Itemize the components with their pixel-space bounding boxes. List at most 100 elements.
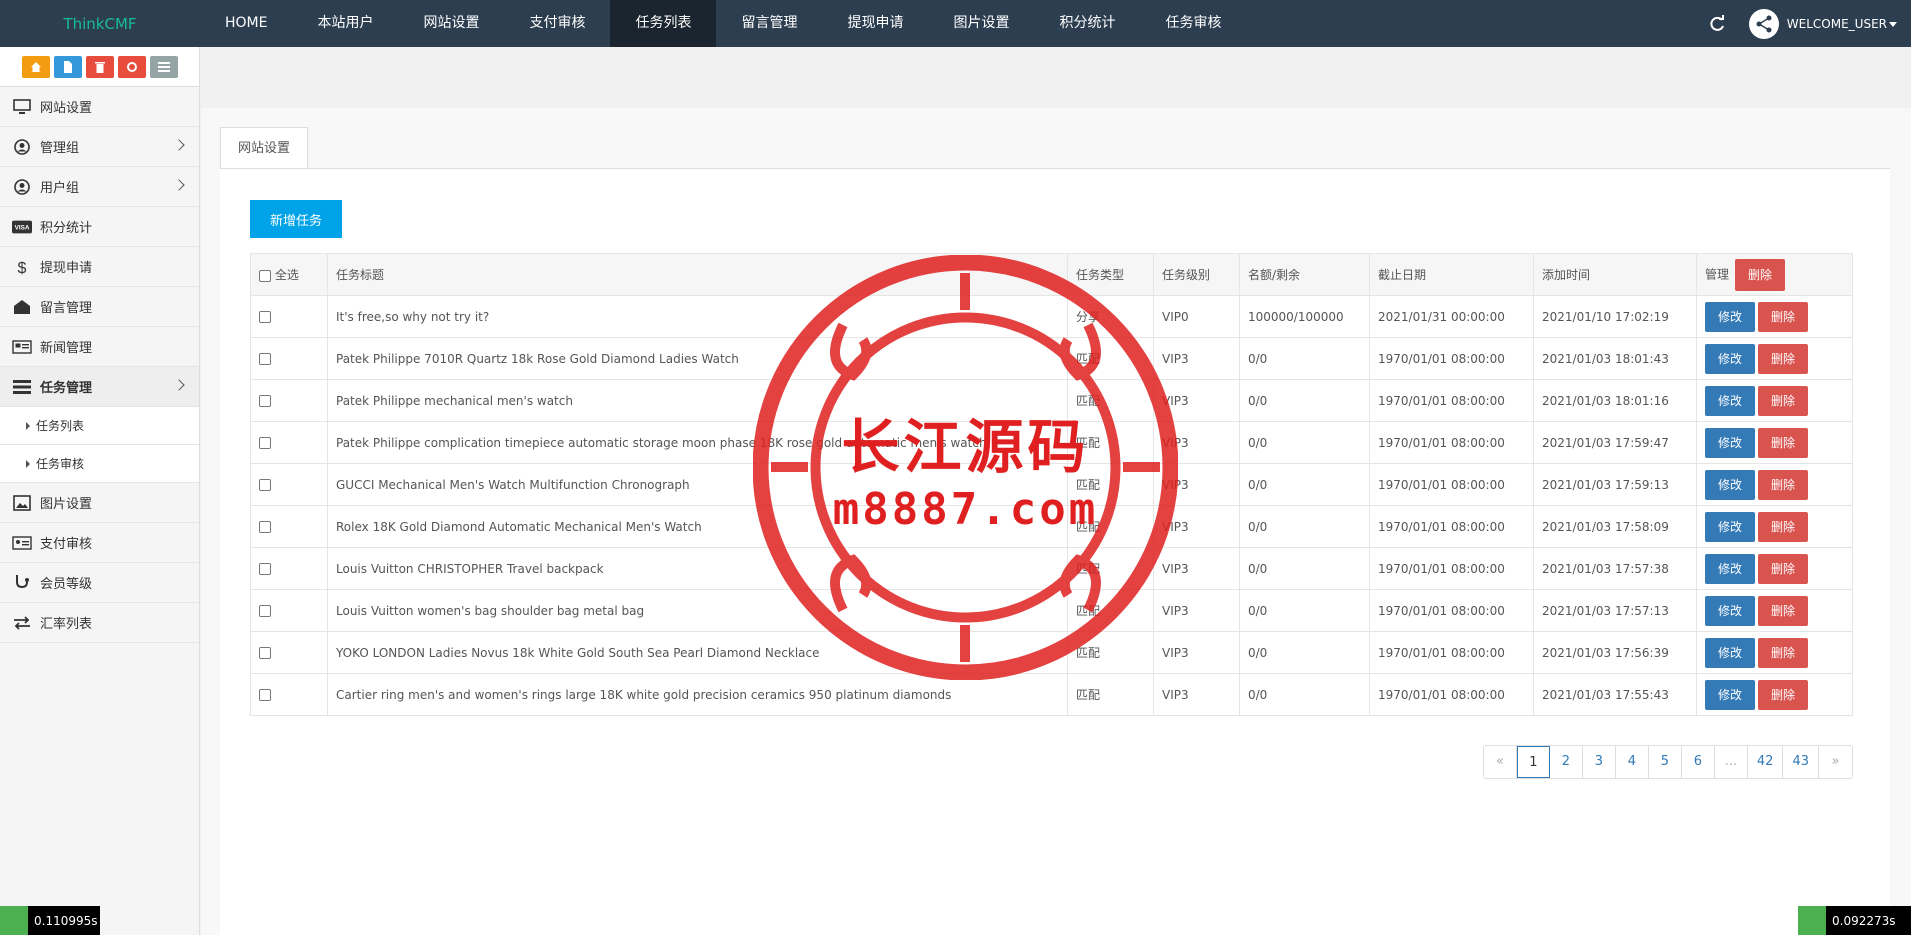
trash-icon[interactable] (85, 55, 114, 78)
delete-button[interactable]: 删除 (1758, 595, 1808, 626)
sidebar-item-8[interactable]: 图片设置 (0, 483, 199, 523)
nav-item-0[interactable]: HOME (200, 0, 292, 47)
table-row: Patek Philippe mechanical men's watch 匹配 V… (250, 379, 1853, 422)
nav-item-3[interactable]: 支付审核 (504, 0, 610, 47)
edit-button[interactable]: 修改 (1705, 301, 1755, 332)
debug-timer-right[interactable]: 0.092273s (1798, 906, 1911, 935)
delete-button[interactable]: 删除 (1758, 343, 1808, 374)
page-link-5[interactable]: 5 (1648, 746, 1682, 778)
table-row: Patek Philippe 7010R Quartz 18k Rose Gol… (250, 337, 1853, 380)
nav-item-9[interactable]: 任务审核 (1140, 0, 1246, 47)
manage-label: 管理 (1705, 267, 1730, 281)
page-link-4[interactable]: 4 (1615, 746, 1649, 778)
sidebar-subitem-1[interactable]: 任务审核 (0, 445, 199, 483)
sidebar-item-10[interactable]: 会员等级 (0, 563, 199, 603)
nav-item-7[interactable]: 图片设置 (928, 0, 1034, 47)
edit-button[interactable]: 修改 (1705, 595, 1755, 626)
page-link-0[interactable]: « (1483, 746, 1517, 778)
table-body: It's free,so why not try it? 分享 VIP0 100000… (250, 295, 1853, 716)
page-link-6[interactable]: 6 (1681, 746, 1715, 778)
nav-item-1[interactable]: 本站用户 (292, 0, 398, 47)
recycle-icon[interactable] (117, 55, 146, 78)
row-checkbox[interactable] (259, 647, 271, 659)
edit-button[interactable]: 修改 (1705, 637, 1755, 668)
debug-timer-left[interactable]: 0.110995s (0, 906, 100, 935)
sidebar-item-2[interactable]: 用户组 (0, 167, 199, 207)
bulk-delete-button[interactable]: 删除 (1735, 258, 1786, 291)
sidebar-item-label: 支付审核 (40, 537, 93, 552)
delete-button[interactable]: 删除 (1758, 469, 1808, 500)
nav-item-6[interactable]: 提现申请 (822, 0, 928, 47)
edit-button[interactable]: 修改 (1705, 385, 1755, 416)
file-icon[interactable] (53, 55, 82, 78)
sidebar-item-3[interactable]: VISA 积分统计 (0, 207, 199, 247)
row-actions: 修改 删除 (1696, 505, 1853, 548)
home-icon[interactable] (21, 55, 50, 78)
delete-button[interactable]: 删除 (1758, 637, 1808, 668)
nav-item-2[interactable]: 网站设置 (398, 0, 504, 47)
page-link-1[interactable]: 1 (1516, 746, 1550, 778)
sidebar-item-4[interactable]: $ 提现申请 (0, 247, 199, 287)
row-actions: 修改 删除 (1696, 673, 1853, 716)
refresh-icon[interactable] (1707, 14, 1727, 34)
task-deadline: 1970/01/01 08:00:00 (1369, 547, 1534, 590)
sidebar-item-5[interactable]: 留言管理 (0, 287, 199, 327)
row-checkbox[interactable] (259, 437, 271, 449)
task-added: 2021/01/10 17:02:19 (1533, 295, 1697, 338)
nav-item-5[interactable]: 留言管理 (716, 0, 822, 47)
delete-button[interactable]: 删除 (1758, 301, 1808, 332)
sidebar-item-6[interactable]: 新闻管理 (0, 327, 199, 367)
edit-button[interactable]: 修改 (1705, 511, 1755, 542)
edit-button[interactable]: 修改 (1705, 343, 1755, 374)
delete-button[interactable]: 删除 (1758, 553, 1808, 584)
row-checkbox[interactable] (259, 353, 271, 365)
row-select-cell (250, 505, 328, 548)
sidebar-item-9[interactable]: 支付审核 (0, 523, 199, 563)
select-all-checkbox[interactable] (259, 269, 271, 282)
delete-button[interactable]: 删除 (1758, 427, 1808, 458)
row-checkbox[interactable] (259, 395, 271, 407)
sidebar-item-7[interactable]: 任务管理 (0, 367, 199, 407)
delete-button[interactable]: 删除 (1758, 679, 1808, 710)
page-link-10[interactable]: » (1819, 746, 1852, 778)
sidebar-item-label: 提现申请 (40, 261, 93, 276)
task-deadline: 1970/01/01 08:00:00 (1369, 673, 1534, 716)
sidebar-subitem-0[interactable]: 任务列表 (0, 407, 199, 445)
nav-item-4[interactable]: 任务列表 (610, 0, 717, 47)
row-checkbox[interactable] (259, 479, 271, 491)
row-checkbox[interactable] (259, 521, 271, 533)
tab-site-settings[interactable]: 网站设置 (220, 127, 308, 169)
user-menu[interactable]: WELCOME_USER (1787, 17, 1897, 31)
share-icon[interactable] (1748, 8, 1779, 39)
edit-button[interactable]: 修改 (1705, 679, 1755, 710)
add-task-button[interactable]: 新增任务 (250, 200, 342, 238)
task-title: Cartier ring men's and women's rings lar… (327, 673, 1068, 716)
chevron-right-icon (173, 379, 185, 391)
edit-button[interactable]: 修改 (1705, 553, 1755, 584)
row-actions: 修改 删除 (1696, 547, 1853, 590)
list-icon[interactable] (149, 55, 178, 78)
edit-button[interactable]: 修改 (1705, 427, 1755, 458)
delete-button[interactable]: 删除 (1758, 385, 1808, 416)
sidebar-item-0[interactable]: 网站设置 (0, 87, 199, 127)
page-link-9[interactable]: 43 (1783, 746, 1819, 778)
row-checkbox[interactable] (259, 563, 271, 575)
edit-button[interactable]: 修改 (1705, 469, 1755, 500)
sidebar-item-11[interactable]: 汇率列表 (0, 603, 199, 643)
sidebar-item-1[interactable]: 管理组 (0, 127, 199, 167)
top-navbar: ThinkCMF HOME 本站用户 网站设置 支付审核 任务列表 留言管理 提现申请 图片设… (0, 0, 1911, 47)
page-link-3[interactable]: 3 (1582, 746, 1616, 778)
monitor-icon (12, 98, 32, 116)
table-row: GUCCI Mechanical Men's Watch Multifuncti… (250, 463, 1853, 506)
row-checkbox[interactable] (259, 689, 271, 701)
delete-button[interactable]: 删除 (1758, 511, 1808, 542)
page-link-2[interactable]: 2 (1549, 746, 1583, 778)
task-type: 匹配 (1067, 505, 1154, 548)
brand-logo[interactable]: ThinkCMF (0, 15, 200, 33)
row-checkbox[interactable] (259, 311, 271, 323)
row-checkbox[interactable] (259, 605, 271, 617)
page-link-8[interactable]: 42 (1747, 746, 1784, 778)
visa-icon: VISA (12, 218, 32, 236)
task-title: Louis Vuitton women's bag shoulder bag m… (327, 589, 1068, 632)
nav-item-8[interactable]: 积分统计 (1034, 0, 1140, 47)
